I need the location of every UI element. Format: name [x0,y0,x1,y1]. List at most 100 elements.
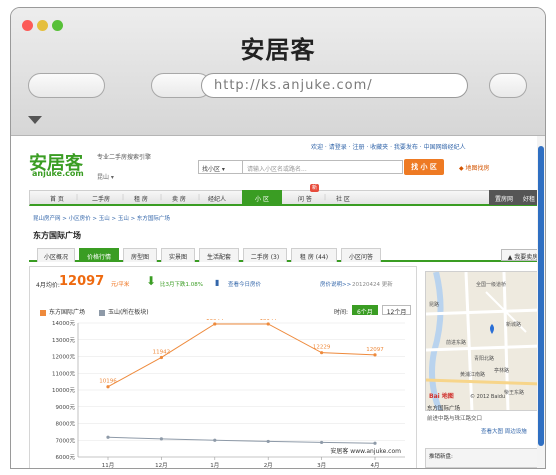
nav-qa[interactable]: 问 答 [298,194,312,203]
menu-dropdown-icon[interactable] [28,116,42,124]
data-point-1 [159,355,163,360]
map-label-8: 新城路 [506,321,521,328]
chart-watermark: 安居客 www.anjuke.com [330,447,401,455]
price-summary: 4月均价: 12097 元/平米 ⬇ 比3月下跌1.08% ▮ 查看今日房价 房… [34,274,414,290]
sidebar: 全国一级道桥 昆路 前进东路 青阳北路 亭林路 黄浦江南路 柴王东路 新城路 B… [425,266,543,468]
tab-overview[interactable]: 小区概况 [37,248,75,262]
nav-second-hand[interactable]: 二手房 [92,194,110,203]
back-button[interactable] [28,73,105,98]
nav-right-2[interactable]: 好租 [523,196,535,203]
down-arrow-icon: ⬇ [146,274,157,288]
address-bar[interactable]: http://ks.anjuke.com/ [201,73,468,98]
series-line-1 [107,323,376,388]
browser-chrome: 安居客 http://ks.anjuke.com/ [11,8,545,136]
price-chart: 14000元 13000元 12000元 11000元 10000元 9000元 8000元… [52,319,405,469]
map-label-6: 黄浦江南路 [460,371,485,378]
price-info-link[interactable]: 房价说明>> [320,280,351,288]
y-tick-label: 6000元 [56,454,76,461]
price-change: 比3月下跌1.08% [160,282,203,288]
price-value: 12097 [59,274,105,289]
reload-button[interactable] [489,73,527,98]
map-label-7: 柴王东路 [504,389,524,396]
y-tick-label: 11000元 [52,370,75,377]
x-tick-label: 11月 [102,462,115,469]
community-tabs: 小区概况 价格行情 房型图 实景图 生活配套 二手房 (3) 租 房 (44) … [29,246,545,262]
period-label: 时间: [334,309,349,316]
price-label: 4月均价: [36,282,60,289]
data-point-1 [213,322,217,326]
data-point-1 [106,385,110,389]
legend-series-1: 东方国际广场 [49,309,86,316]
map-links[interactable]: 查看大图 周边设施 [481,427,527,435]
nav-community[interactable]: 小 区 [242,190,282,205]
y-tick-label: 13000元 [52,337,75,344]
web-page: 欢迎 · 请登录 · 注册 · 收藏夹 · 我要发布 · 中国网络经纪人 安居客… [21,136,545,469]
map-community-name: 东方国际广场 [427,406,461,412]
period-12-months[interactable]: 12个月 [381,305,412,316]
nav-broker[interactable]: 经纪人 [208,194,226,203]
nav-sell[interactable]: 卖 房 [172,194,186,203]
map-search-link[interactable]: ◆ 地图找房 [459,163,490,172]
data-point-1 [373,353,377,357]
site-logo-domain: anjuke.com [32,169,84,178]
scrollbar[interactable] [537,136,545,468]
y-tick-label: 9000元 [56,404,76,411]
map-label-1: 全国一级道桥 [476,281,506,288]
tab-facilities[interactable]: 生活配套 [199,248,239,262]
site-slogan: 专业二手房搜索引擎 [97,154,152,161]
legend-swatch-2 [98,309,105,316]
x-tick-label: 4月 [371,462,380,469]
legend-swatch-1 [40,309,46,316]
top-links[interactable]: 欢迎 · 请登录 · 注册 · 收藏夹 · 我要发布 · 中国网络经纪人 [311,142,466,151]
map-label-3: 前进东路 [446,339,466,346]
search-button[interactable]: 找 小 区 [404,159,444,175]
data-label: 10196 [99,379,117,385]
period-selector: 时间: 6个月 12个月 [334,305,412,316]
y-tick-label: 10000元 [52,387,75,394]
legend-series-2: 玉山(所在板块) [107,309,149,316]
data-point-2 [213,438,217,442]
tab-second-hand[interactable]: 二手房 (3) [243,248,287,262]
baidu-map-logo: Bai 地图 [429,392,454,400]
data-point-2 [106,435,110,439]
city-selector[interactable]: 昆山 ▾ [97,172,114,181]
price-panel: 4月均价: 12097 元/平米 ⬇ 比3月下跌1.08% ▮ 查看今日房价 房… [29,266,417,469]
period-6-months[interactable]: 6个月 [351,305,378,316]
nav-home[interactable]: 首 页 [50,194,64,203]
y-tick-label: 14000元 [52,320,75,327]
data-point-1 [320,351,324,355]
tab-qa[interactable]: 小区问答 [341,248,381,262]
scrollbar-thumb[interactable] [538,146,544,446]
tab-photos[interactable]: 实景图 [161,248,195,262]
y-tick-label: 12000元 [52,354,75,361]
data-label: 13944 [206,319,224,322]
data-point-2 [159,437,163,441]
map-label-4: 青阳北路 [474,355,494,362]
tab-floorplan[interactable]: 房型图 [123,248,157,262]
map-label-5: 亭林路 [494,367,509,374]
price-unit: 元/平米 [111,282,130,288]
chart-legend: 东方国际广场 玉山(所在板块) [40,307,149,316]
tab-rent[interactable]: 租 房 (44) [291,248,337,262]
today-price-link[interactable]: 查看今日房价 [228,280,261,288]
map-copyright: © 2012 Baidu [470,393,505,400]
data-label: 12229 [313,345,331,351]
map-address: 前进中路与珠江路交口 [427,416,483,422]
data-label: 13944 [259,319,277,322]
nav-right-links[interactable]: 置房网 好租 [489,190,544,205]
map-label-2: 昆路 [429,301,439,308]
nav-rent[interactable]: 租 房 [134,194,148,203]
page-title: 东方国际广场 [33,231,81,240]
nav-social[interactable]: 社 区 [336,194,350,203]
search-input[interactable]: 请输入小区名或路名... [243,160,403,174]
data-point-2 [373,441,377,445]
breadcrumb[interactable]: 昆山房产网 > 小区房价 > 玉山 > 玉山 > 东方国际广场 [33,214,170,222]
x-tick-label: 2月 [264,462,273,469]
y-tick-label: 8000元 [56,421,76,428]
search-scope-select[interactable]: 找小区 ▾ [198,160,243,174]
location-map[interactable]: 全国一级道桥 昆路 前进东路 青阳北路 亭林路 黄浦江南路 柴王东路 新城路 B… [425,271,539,411]
map-graphic: 全国一级道桥 昆路 前进东路 青阳北路 亭林路 黄浦江南路 柴王东路 新城路 B… [426,272,538,410]
data-point-2 [266,439,270,444]
tab-price[interactable]: 价格行情 [79,248,119,262]
nav-right-1[interactable]: 置房网 [495,196,513,203]
